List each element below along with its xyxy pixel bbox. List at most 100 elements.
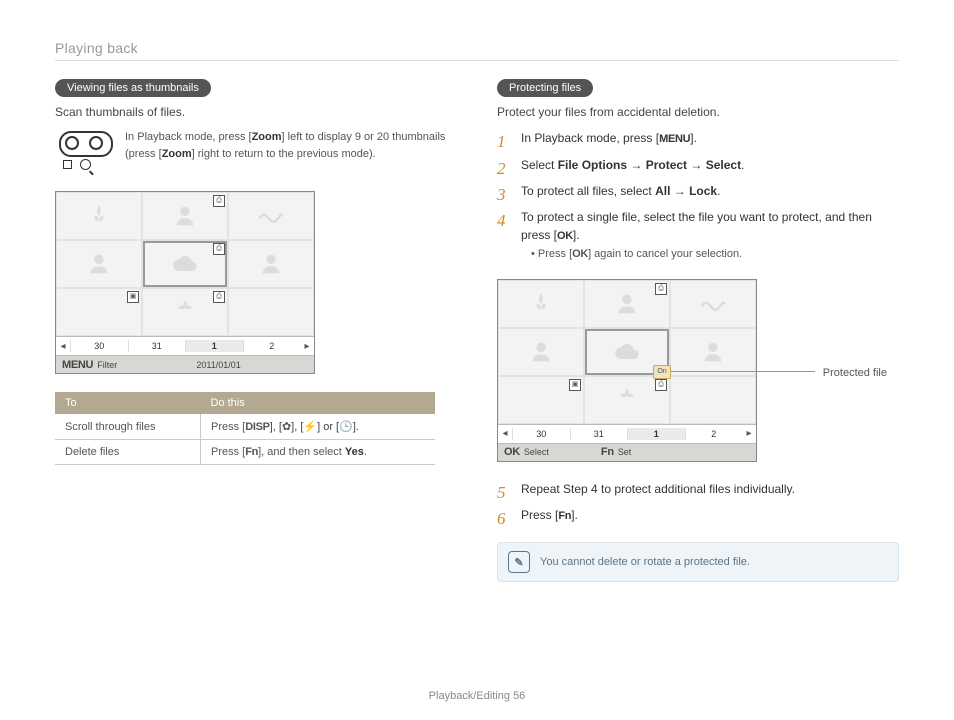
thumbnail-bottom-bar: MENU Filter 2011/01/01 [56,355,314,373]
ok-key-label: OK [504,446,520,458]
set-label: Set [618,447,632,457]
zoom-key-label: Zoom [162,148,192,160]
thumbnail-cell [228,192,314,240]
flash-icon: ⚡ [303,421,317,433]
text: ] right to return to the previous mode). [192,148,376,160]
action-name: Scroll through files [55,414,201,440]
placeholder-person-icon [699,338,727,366]
date-text: 2011/01/01 [196,360,240,370]
callout-leader-line [665,371,815,372]
thumbnail-cell [670,328,756,376]
zoom-rocker-icon [55,129,113,173]
table-row: Scroll through files Press [DISP], [✿], … [55,414,435,440]
thumbnail-cell: ⎙ [142,192,228,240]
zoom-key-label: Zoom [252,131,282,143]
yes-label: Yes [345,446,364,458]
left-column: Viewing files as thumbnails Scan thumbna… [55,79,457,582]
section-label: Playback/Editing [429,690,510,702]
video-badge-icon: ▣ [127,291,139,303]
thumbnail-cell [228,240,314,288]
date-bar: ◂ 30 31 1 2 ▸ [56,336,314,355]
action-desc: Press [DISP], [✿], [⚡] or [🕒]. [201,414,436,440]
page-title: Playing back [55,40,899,56]
date-next-arrow: ▸ [300,341,314,352]
table-header-dothis: Do this [201,392,436,414]
section-pill-protecting: Protecting files [497,79,593,97]
thumbnail-panel: ⎙ ⎙ ▣ ⎙ ◂ 30 [55,191,315,374]
print-badge-icon: ⎙ [213,243,225,255]
table-header-to: To [55,392,201,414]
protected-file-callout: Protected file [823,367,887,379]
date-cell-selected: 1 [627,428,685,440]
text: In Playback mode, press [ [125,131,252,143]
date-cell: 2 [685,428,743,440]
placeholder-plant-icon [527,290,555,318]
placeholder-flower-icon [613,386,641,414]
thumbnail-cell [56,240,142,288]
ok-key-label: OK [557,230,573,242]
ok-key-label: OK [572,248,588,260]
actions-table: To Do this Scroll through files Press [D… [55,392,435,465]
protecting-lead: Protect your files from accidental delet… [497,105,899,119]
thumbnail-mode-icon [63,160,72,169]
step-2: Select File Options → Protect → Select. [497,156,899,182]
placeholder-person-icon [613,290,641,318]
filter-label: Filter [97,360,117,370]
disp-key-label: DISP [245,421,269,433]
placeholder-plant-icon [85,202,113,230]
columns: Viewing files as thumbnails Scan thumbna… [55,79,899,582]
placeholder-person-icon [171,202,199,230]
date-prev-arrow: ◂ [56,341,70,352]
page-number: 56 [513,690,525,702]
step-4-sub: Press [OK] again to cancel your selectio… [521,244,899,263]
steps-list-continued: Repeat Step 4 to protect additional file… [497,480,899,533]
section-pill-thumbnails: Viewing files as thumbnails [55,79,211,97]
right-column: Protecting files Protect your files from… [497,79,899,582]
placeholder-wave-icon [699,290,727,318]
step-6: Press [Fn]. [497,506,899,533]
thumbnail-cell [670,376,756,424]
date-cell: 30 [70,340,128,352]
thumbnail-cell: ▣ [498,376,584,424]
fn-key-label: Fn [558,510,571,522]
thumbnail-cell [670,280,756,328]
fn-key-label: Fn [245,446,258,458]
thumbnail-cell [56,192,142,240]
note-icon: ✎ [508,551,530,573]
placeholder-cloud-icon [613,338,641,366]
thumbnail-cell: ⎙ [584,376,670,424]
lock-badge-icon: On [653,365,671,379]
menu-key-label: MENU [62,359,93,371]
date-cell: 2 [243,340,301,352]
date-prev-arrow: ◂ [498,428,512,439]
zoom-instruction-text: In Playback mode, press [Zoom] left to d… [125,129,457,162]
placeholder-flower-icon [171,298,199,326]
print-badge-icon: ⎙ [655,379,667,391]
date-next-arrow: ▸ [742,428,756,439]
step-5: Repeat Step 4 to protect additional file… [497,480,899,506]
divider [55,60,899,61]
zoom-instruction-row: In Playback mode, press [Zoom] left to d… [55,129,457,173]
placeholder-cloud-icon [171,250,199,278]
print-badge-icon: ⎙ [213,195,225,207]
date-cell: 31 [570,428,628,440]
thumbnail-cell-selected: ⎙ [142,240,228,288]
macro-icon: ✿ [282,421,291,433]
placeholder-person-icon [257,250,285,278]
thumbnail-cell [498,280,584,328]
fn-key-label: Fn [601,446,614,458]
video-badge-icon: ▣ [569,379,581,391]
print-badge-icon: ⎙ [655,283,667,295]
placeholder-person-icon [85,250,113,278]
page-footer: Playback/Editing 56 [0,690,954,702]
step-4: To protect a single file, select the fil… [497,208,899,271]
date-cell-selected: 1 [185,340,243,352]
action-desc: Press [Fn], and then select Yes. [201,440,436,465]
print-badge-icon: ⎙ [213,291,225,303]
step-1: In Playback mode, press [MENU]. [497,129,899,156]
menu-key-label: MENU [659,133,690,145]
thumbnail-cell [228,288,314,336]
zoom-mode-icon [80,159,91,170]
action-name: Delete files [55,440,201,465]
thumbnail-cell: ▣ [56,288,142,336]
